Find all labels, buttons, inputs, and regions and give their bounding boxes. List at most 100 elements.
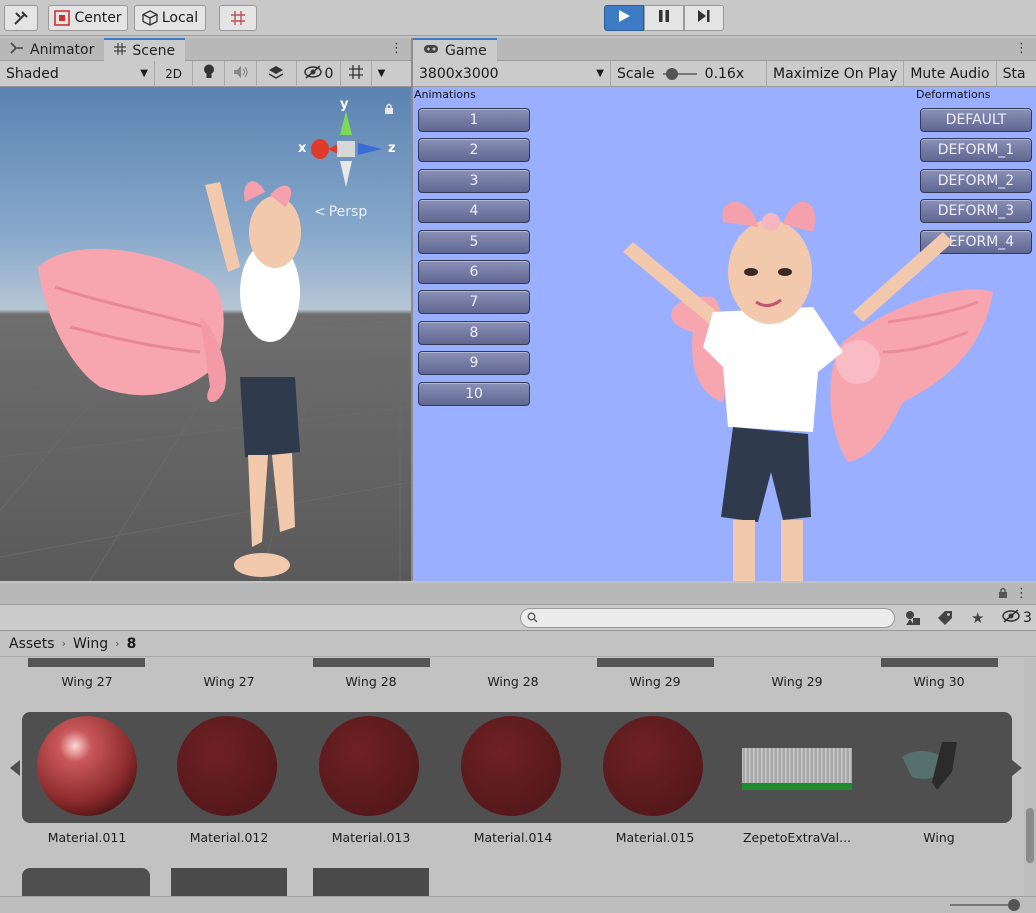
projection-label: Persp (328, 204, 368, 220)
scene-viewport[interactable]: y x z < Persp (0, 87, 411, 581)
asset-thumbnail[interactable] (313, 868, 429, 898)
animation-button-9[interactable]: 9 (418, 351, 530, 375)
audio-toggle[interactable] (225, 60, 257, 87)
material-sphere[interactable] (177, 716, 277, 816)
wing-model-thumbnail[interactable] (897, 732, 967, 802)
animation-button-2[interactable]: 2 (418, 138, 530, 162)
asset-label[interactable]: Wing 27 (22, 674, 152, 689)
breadcrumb-current[interactable]: 8 (127, 636, 137, 652)
effects-dropdown[interactable] (257, 60, 297, 87)
tools-button[interactable] (4, 5, 38, 31)
kebab-menu-icon[interactable]: ⋮ (1015, 41, 1028, 56)
tab-animator[interactable]: Animator (0, 38, 104, 61)
toggle-2d-label: 2D (165, 66, 182, 81)
deform-button-2[interactable]: DEFORM_2 (920, 169, 1032, 193)
mute-audio-toggle[interactable]: Mute Audio (904, 60, 997, 87)
tab-game-label: Game (445, 42, 487, 59)
asset-thumbnail[interactable] (597, 658, 714, 667)
step-button[interactable] (684, 5, 724, 31)
asset-label[interactable]: Wing 29 (590, 674, 720, 689)
animation-button-1[interactable]: 1 (418, 108, 530, 132)
kebab-menu-icon[interactable]: ⋮ (390, 41, 403, 56)
game-viewport[interactable]: Animations Deformations 1 2 3 4 5 6 7 8 … (413, 87, 1036, 581)
search-input[interactable] (520, 608, 895, 628)
scale-control: Scale 0.16x (611, 60, 767, 87)
scale-slider[interactable] (662, 67, 697, 80)
tag-icon[interactable] (937, 610, 953, 630)
asset-label[interactable]: Material.012 (164, 830, 294, 845)
snap-button[interactable] (219, 5, 257, 31)
kebab-menu-icon[interactable]: ⋮ (1015, 586, 1028, 601)
asset-thumbnail[interactable] (313, 658, 430, 667)
play-button[interactable] (604, 5, 644, 31)
tab-game[interactable]: Game (413, 38, 497, 61)
asset-label[interactable]: Wing 30 (874, 674, 1004, 689)
material-sphere-shiny[interactable] (37, 716, 137, 816)
asset-label[interactable]: Wing (874, 830, 1004, 845)
pivot-local-label: Local (161, 10, 199, 26)
texture-thumbnail[interactable] (742, 748, 852, 790)
deform-button-default[interactable]: DEFAULT (920, 108, 1032, 132)
asset-label[interactable]: Material.014 (448, 830, 578, 845)
project-visibility-toggle[interactable]: 3 (1002, 609, 1032, 627)
asset-label[interactable]: ZepetoExtraVal... (732, 830, 862, 845)
scrollbar-thumb[interactable] (1026, 808, 1034, 863)
animation-button-3[interactable]: 3 (418, 169, 530, 193)
stats-toggle[interactable]: Sta (997, 61, 1032, 87)
project-hidden-count: 3 (1023, 610, 1032, 626)
gizmos-toggle[interactable] (341, 61, 371, 87)
tab-scene[interactable]: Scene (104, 38, 186, 61)
pivot-local-button[interactable]: Local (134, 5, 206, 31)
scene-visibility-toggle[interactable]: 0 (297, 60, 341, 87)
asset-thumbnail[interactable] (22, 868, 150, 898)
animation-button-10[interactable]: 10 (418, 382, 530, 406)
shading-mode-dropdown[interactable]: Shaded ▼ (0, 60, 155, 87)
collapse-arrow-icon[interactable] (1012, 760, 1022, 776)
pause-button[interactable] (644, 5, 684, 31)
lock-icon[interactable] (384, 103, 394, 119)
asset-grid: Wing 27 Wing 27 Wing 28 Wing 28 Wing 29 … (0, 658, 1024, 898)
asset-label[interactable]: Wing 28 (448, 674, 578, 689)
lock-icon[interactable] (998, 587, 1008, 603)
material-sphere[interactable] (461, 716, 561, 816)
lighting-toggle[interactable] (193, 60, 225, 87)
animations-title: Animations (414, 88, 476, 101)
deform-button-1[interactable]: DEFORM_1 (920, 138, 1032, 162)
animation-button-7[interactable]: 7 (418, 290, 530, 314)
asset-label[interactable]: Wing 29 (732, 674, 862, 689)
material-sphere[interactable] (603, 716, 703, 816)
asset-label[interactable]: Material.013 (306, 830, 436, 845)
star-icon[interactable]: ★ (971, 609, 984, 627)
playmode-controls (604, 5, 724, 31)
thumbnail-size-slider-thumb[interactable] (1008, 899, 1020, 911)
animation-button-4[interactable]: 4 (418, 199, 530, 223)
asset-thumbnail[interactable] (28, 658, 145, 667)
asset-grid-scrollbar[interactable] (1024, 658, 1036, 898)
material-sphere[interactable] (319, 716, 419, 816)
game-tabbar: Game ⋮ (413, 38, 1036, 61)
pivot-center-button[interactable]: Center (48, 5, 128, 31)
asset-label[interactable]: Material.011 (22, 830, 152, 845)
gizmos-dropdown[interactable]: ▼ (371, 60, 391, 87)
animation-button-6[interactable]: 6 (418, 260, 530, 284)
breadcrumb-assets[interactable]: Assets (9, 636, 55, 652)
animation-button-8[interactable]: 8 (418, 321, 530, 345)
maximize-on-play-toggle[interactable]: Maximize On Play (767, 60, 905, 87)
play-icon (617, 9, 631, 27)
main-toolbar: Center Local (0, 0, 1036, 36)
breadcrumb-wing[interactable]: Wing (73, 636, 108, 652)
eye-slash-icon (1002, 609, 1020, 627)
projection-toggle[interactable]: < Persp (314, 204, 367, 220)
asset-label[interactable]: Wing 27 (164, 674, 294, 689)
asset-label[interactable]: Material.015 (590, 830, 720, 845)
gizmo-y-label: y (340, 97, 349, 112)
asset-label[interactable]: Wing 28 (306, 674, 436, 689)
resolution-dropdown[interactable]: 3800x3000 ▼ (413, 60, 611, 87)
collapse-arrow-icon[interactable] (10, 760, 20, 776)
scale-slider-thumb[interactable] (665, 67, 678, 80)
toggle-2d-button[interactable]: 2D (155, 60, 193, 87)
asset-thumbnail[interactable] (881, 658, 998, 667)
asset-thumbnail[interactable] (171, 868, 287, 898)
animation-button-5[interactable]: 5 (418, 230, 530, 254)
filter-by-type-icon[interactable] (905, 610, 921, 630)
